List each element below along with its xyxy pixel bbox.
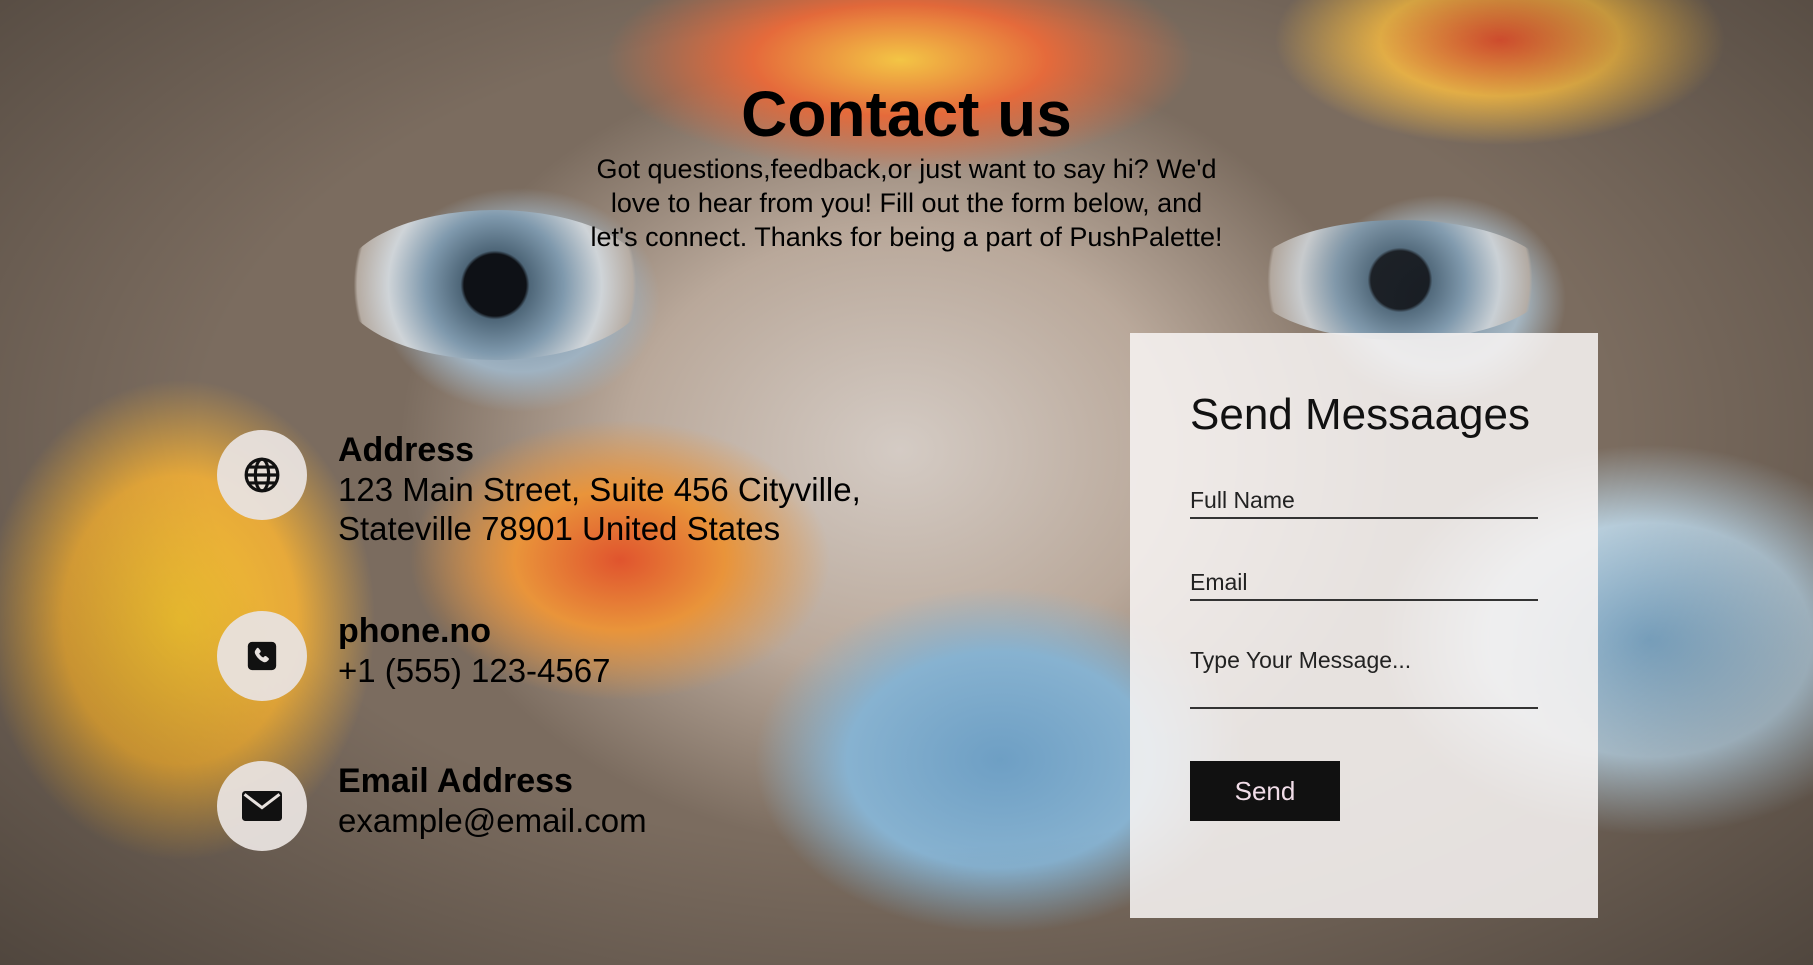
page-subtitle: Got questions,feedback,or just want to s… <box>590 154 1223 252</box>
full-name-input[interactable] <box>1190 473 1538 517</box>
send-button[interactable]: Send <box>1190 761 1340 821</box>
email-field-wrapper <box>1190 555 1538 601</box>
contact-email: Email Address example@email.com <box>217 761 647 851</box>
full-name-field-wrapper <box>1190 473 1538 519</box>
email-value: example@email.com <box>338 802 647 839</box>
envelope-icon <box>217 761 307 851</box>
message-field-wrapper <box>1190 637 1538 709</box>
email-input[interactable] <box>1190 555 1538 599</box>
address-title: Address <box>338 431 475 469</box>
message-form: Send Messaages Send <box>1130 333 1598 918</box>
form-title: Send Messaages <box>1190 390 1530 439</box>
phone-value: +1 (555) 123-4567 <box>338 652 611 689</box>
phone-icon <box>217 611 307 701</box>
email-title: Email Address <box>338 762 573 800</box>
contact-address: Address 123 Main Street, Suite 456 Cityv… <box>217 430 861 548</box>
page-title: Contact us <box>741 78 1072 150</box>
phone-title: phone.no <box>338 612 491 650</box>
globe-icon <box>217 430 307 520</box>
message-input[interactable] <box>1190 637 1538 707</box>
contact-phone: phone.no +1 (555) 123-4567 <box>217 611 610 701</box>
page-header: Contact us Got questions,feedback,or jus… <box>0 78 1813 254</box>
address-value: 123 Main Street, Suite 456 Cityville, St… <box>338 471 861 547</box>
